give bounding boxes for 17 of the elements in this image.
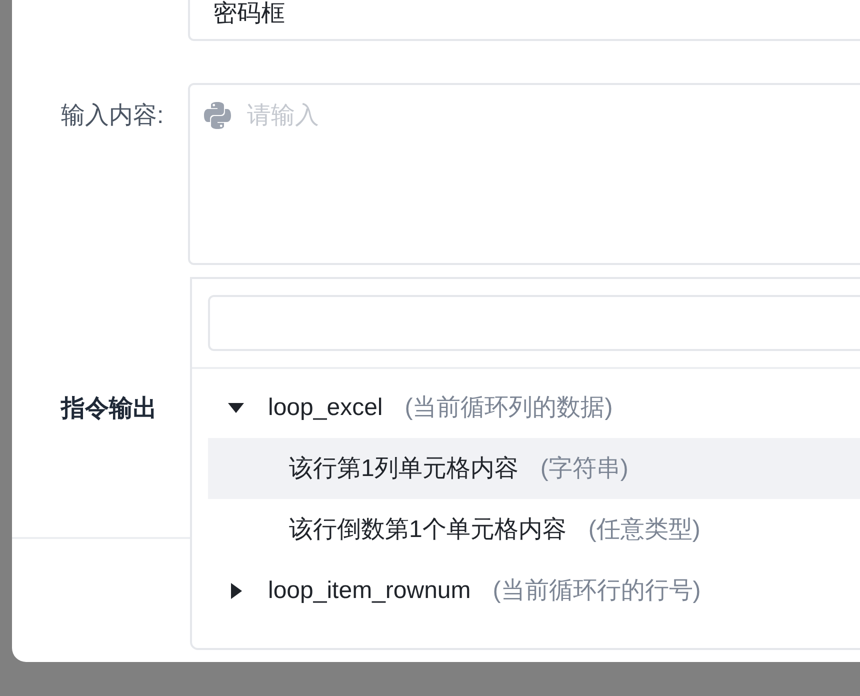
type-hint: (任意类型) <box>588 514 700 544</box>
tree-item-label: 该行倒数第1个单元格内容 <box>289 514 566 544</box>
tree-item[interactable]: 该行第1列单元格内容 (字符串) <box>208 438 860 499</box>
type-hint: (字符串) <box>540 454 628 484</box>
field-label: 指令输出 <box>61 394 158 424</box>
type-hint: (当前循环行的行号) <box>492 576 701 606</box>
python-icon <box>204 102 231 129</box>
field-label: 输入内容: <box>61 101 165 131</box>
text-input[interactable]: 密码框 <box>188 0 860 41</box>
code-input[interactable]: 请输入 <box>188 83 860 265</box>
search-field[interactable] <box>208 295 860 351</box>
tree-item-label: 该行第1列单元格内容 <box>289 454 518 484</box>
type-hint: (当前循环列的数据) <box>404 392 613 422</box>
caret-right-icon[interactable] <box>231 582 242 598</box>
tree-item-label: loop_excel <box>268 392 383 422</box>
tree-item-label: loop_item_rownum <box>268 576 471 606</box>
caret-down-icon[interactable] <box>228 402 244 412</box>
